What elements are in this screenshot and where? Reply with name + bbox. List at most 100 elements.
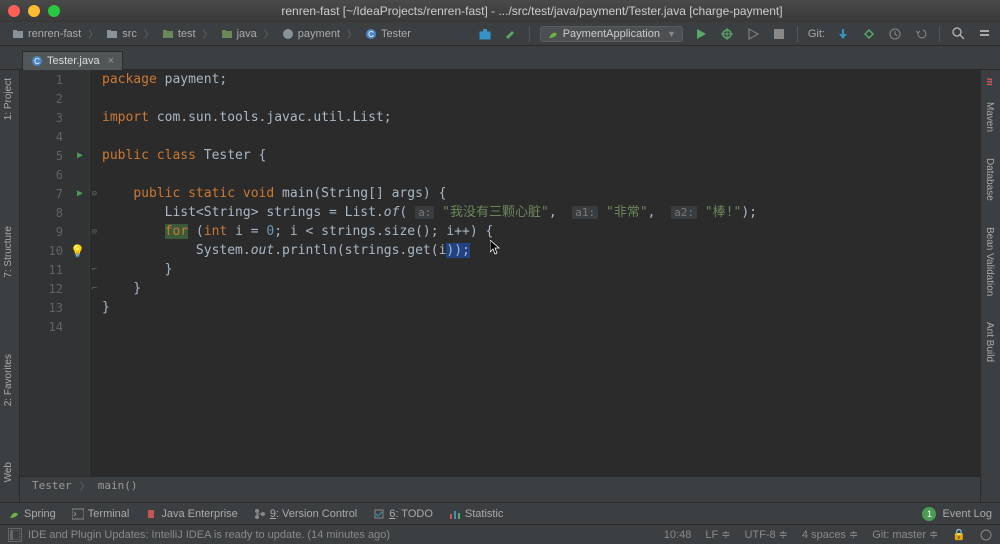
titlebar: renren-fast [~/IdeaProjects/renren-fast]…: [0, 0, 1000, 22]
line-number[interactable]: 4: [20, 127, 89, 146]
debug-icon[interactable]: [719, 26, 735, 42]
tool-statistic[interactable]: Statistic: [449, 508, 504, 520]
minimize-window-icon[interactable]: [28, 5, 40, 17]
breadcrumb-test[interactable]: test: [158, 26, 199, 42]
line-number[interactable]: 10💡: [20, 241, 89, 260]
line-number[interactable]: 5▶: [20, 146, 89, 165]
editor[interactable]: 1 2 3 4 5▶ 6 7▶⊖ 8 9⊖ 10💡 11⌐ 12⌐ 13 14 …: [20, 70, 980, 494]
readonly-lock-icon[interactable]: 🔒: [952, 528, 966, 541]
memory-indicator-icon[interactable]: [980, 529, 992, 541]
file-tab-label: Tester.java: [47, 55, 100, 67]
gutter: 1 2 3 4 5▶ 6 7▶⊖ 8 9⊖ 10💡 11⌐ 12⌐ 13 14: [20, 70, 90, 476]
code-area[interactable]: package payment; import com.sun.tools.ja…: [102, 70, 980, 476]
line-number[interactable]: 2: [20, 89, 89, 108]
chevron-down-icon: ▼: [667, 29, 676, 39]
line-number[interactable]: 12⌐: [20, 279, 89, 298]
tool-maven[interactable]: m: [981, 70, 998, 94]
settings-icon[interactable]: [976, 26, 992, 42]
folder-icon: [11, 27, 25, 41]
chevron-right-icon: 〉: [80, 478, 90, 493]
window-title: renren-fast [~/IdeaProjects/renren-fast]…: [72, 4, 992, 18]
crumb-class[interactable]: Tester: [32, 479, 72, 492]
fold-icon[interactable]: ⊖: [92, 227, 97, 237]
tool-version-control[interactable]: 9: Version Control: [254, 508, 357, 520]
file-tab[interactable]: C Tester.java ×: [22, 51, 123, 70]
toolbar-right: PaymentApplication ▼ Git:: [477, 26, 992, 42]
vcs-update-icon[interactable]: [835, 26, 851, 42]
line-number[interactable]: 8: [20, 203, 89, 222]
run-gutter-icon[interactable]: ▶: [77, 188, 83, 199]
status-indent[interactable]: 4 spaces ≑: [802, 528, 858, 541]
class-icon: C: [364, 27, 378, 41]
class-icon: C: [31, 55, 43, 67]
status-git-branch[interactable]: Git: master ≑: [872, 528, 938, 541]
status-message[interactable]: IDE and Plugin Updates: IntelliJ IDEA is…: [28, 529, 390, 541]
close-tab-icon[interactable]: ×: [108, 55, 114, 67]
tool-ant-build[interactable]: Ant Build: [981, 314, 998, 370]
fold-icon[interactable]: ⊖: [92, 189, 97, 199]
event-log-badge[interactable]: 1: [922, 507, 936, 521]
status-bar: IDE and Plugin Updates: IntelliJ IDEA is…: [0, 524, 1000, 544]
tool-event-log[interactable]: Event Log: [942, 508, 992, 520]
run-gutter-icon[interactable]: ▶: [77, 150, 83, 161]
editor-breadcrumb: Tester 〉 main(): [20, 476, 980, 494]
tool-java-ee[interactable]: Java Enterprise: [145, 508, 237, 520]
bottom-tool-bar: Spring Terminal Java Enterprise 9: Versi…: [0, 502, 1000, 524]
intention-bulb-icon[interactable]: 💡: [70, 244, 85, 258]
vcs-revert-icon[interactable]: [913, 26, 929, 42]
hammer-icon[interactable]: [503, 26, 519, 42]
run-coverage-icon[interactable]: [745, 26, 761, 42]
line-number[interactable]: 14: [20, 317, 89, 336]
line-number[interactable]: 11⌐: [20, 260, 89, 279]
breadcrumb-label: Tester: [381, 28, 411, 40]
crumb-method[interactable]: main(): [98, 479, 138, 492]
vcs-commit-icon[interactable]: [861, 26, 877, 42]
tool-maven-label[interactable]: Maven: [981, 94, 998, 140]
fold-end-icon[interactable]: ⌐: [92, 284, 97, 294]
chevron-right-icon: 〉: [264, 26, 274, 41]
zoom-window-icon[interactable]: [48, 5, 60, 17]
tool-windows-toggle-icon[interactable]: [8, 528, 22, 542]
status-caret-position[interactable]: 10:48: [664, 529, 692, 541]
chevron-right-icon: 〉: [144, 26, 154, 41]
chevron-right-icon: 〉: [347, 26, 357, 41]
status-line-ending[interactable]: LF ≑: [705, 528, 730, 541]
tool-web[interactable]: Web: [0, 454, 17, 490]
tool-spring[interactable]: Spring: [8, 508, 56, 520]
breadcrumb-class[interactable]: C Tester: [361, 26, 414, 42]
fold-end-icon[interactable]: ⌐: [92, 265, 97, 275]
tool-todo[interactable]: 6: TODO: [373, 508, 433, 520]
breadcrumb-payment[interactable]: payment: [278, 26, 343, 42]
close-window-icon[interactable]: [8, 5, 20, 17]
line-number[interactable]: 1: [20, 70, 89, 89]
breadcrumb-root[interactable]: renren-fast: [8, 26, 84, 42]
line-number[interactable]: 6: [20, 165, 89, 184]
line-number[interactable]: 3: [20, 108, 89, 127]
spring-leaf-icon: [547, 28, 559, 40]
stop-icon[interactable]: [771, 26, 787, 42]
breadcrumb-src[interactable]: src: [102, 26, 140, 42]
line-number[interactable]: 7▶⊖: [20, 184, 89, 203]
tool-favorites[interactable]: 2: Favorites: [0, 346, 17, 414]
status-encoding[interactable]: UTF-8 ≑: [744, 528, 787, 541]
tool-terminal[interactable]: Terminal: [72, 508, 130, 520]
left-tool-stripe: 1: Project 7: Structure 2: Favorites Web: [0, 70, 20, 514]
tool-bean-validation[interactable]: Bean Validation: [981, 219, 998, 304]
line-number[interactable]: 13: [20, 298, 89, 317]
line-number[interactable]: 9⊖: [20, 222, 89, 241]
tool-project[interactable]: 1: Project: [0, 70, 17, 128]
run-icon[interactable]: [693, 26, 709, 42]
make-project-icon[interactable]: [477, 26, 493, 42]
chevron-right-icon: 〉: [203, 26, 213, 41]
breadcrumb-java[interactable]: java: [217, 26, 260, 42]
tool-structure[interactable]: 7: Structure: [0, 218, 17, 286]
search-icon[interactable]: [950, 26, 966, 42]
breadcrumb-label: payment: [298, 28, 340, 40]
vcs-history-icon[interactable]: [887, 26, 903, 42]
tool-database[interactable]: Database: [981, 150, 998, 209]
window-controls: [8, 5, 60, 17]
svg-text:C: C: [368, 30, 374, 39]
run-config-selector[interactable]: PaymentApplication ▼: [540, 26, 683, 42]
separator: [529, 26, 530, 42]
run-config-label: PaymentApplication: [563, 28, 660, 40]
